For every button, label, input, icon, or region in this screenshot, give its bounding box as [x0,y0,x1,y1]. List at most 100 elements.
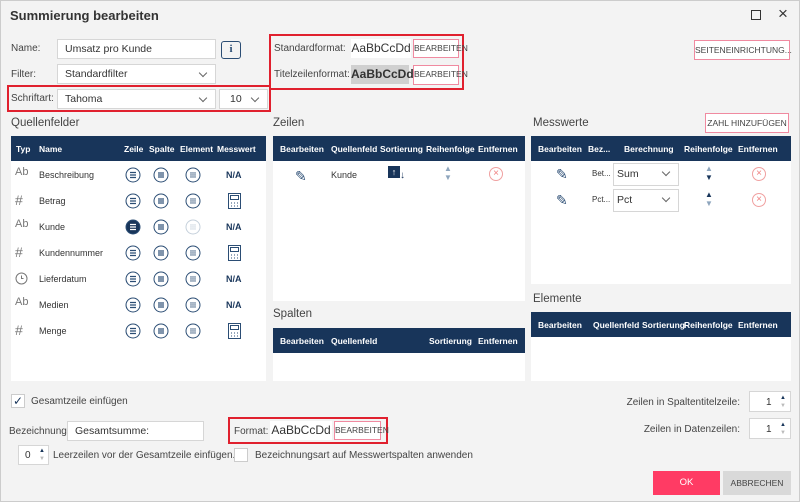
add-number-button[interactable]: ZAHL HINZUFÜGEN [705,113,789,133]
col-column: Spalte [149,144,175,154]
col-remove: Entfernen [478,336,518,346]
calculator-icon[interactable] [228,245,241,264]
measure-na: N/A [226,300,242,310]
calculator-icon[interactable] [228,193,241,212]
field-name: Medien [39,300,69,310]
calc-select[interactable]: Pct [613,189,679,212]
field-name: Lieferdatum [39,274,87,284]
apply-label-checkbox[interactable] [234,448,248,462]
source-fields-heading: Quellenfelder [11,117,80,129]
add-to-rows-icon[interactable] [125,245,141,264]
add-to-elements-icon[interactable] [185,167,201,186]
title-format-label: Titelzeilenformat: [274,69,350,80]
table-row: # Menge [11,322,266,343]
sort-icon[interactable]: ↑ [388,166,400,178]
filter-select[interactable]: Standardfilter [57,64,216,84]
add-to-elements-icon[interactable] [185,297,201,316]
col-measure: Messwert [217,144,256,154]
elements-table: Bearbeiten Quellenfeld Sortierung Reihen… [531,312,791,381]
cancel-button[interactable]: ABBRECHEN [723,471,791,495]
table-row: Ab Beschreibung N/A [11,166,266,187]
remove-icon[interactable]: × [752,193,766,207]
add-to-rows-icon[interactable] [125,193,141,212]
add-to-elements-icon[interactable] [185,193,201,212]
font-label: Schriftart: [11,93,54,104]
add-to-elements-icon[interactable] [185,219,201,238]
columns-heading: Spalten [273,308,313,320]
order-arrows[interactable]: ▲ ▼ [705,164,713,182]
field-name: Kundennummer [39,248,104,258]
col-sort: Sortierung [380,144,423,154]
page-setup-button[interactable]: SEITENEINRICHTUNG... [694,40,792,60]
date-type-icon [15,272,28,288]
col-sort: Sortierung [642,320,685,330]
filter-label: Filter: [11,69,36,80]
add-to-columns-icon[interactable] [153,297,169,316]
measure-name: Pct... [592,195,611,204]
add-to-rows-icon[interactable] [125,167,141,186]
text-type-icon: Ab [15,296,29,308]
remove-icon[interactable]: × [489,167,503,181]
add-to-elements-icon[interactable] [185,245,201,264]
add-to-elements-icon[interactable] [185,323,201,342]
calc-select[interactable]: Sum [613,163,679,186]
col-edit: Bearbeiten [280,144,324,154]
add-to-columns-icon[interactable] [153,219,169,238]
header-rows-spinner[interactable]: 1 ▲ ▼ [749,391,791,412]
table-row: # Kundennummer [11,244,266,265]
col-name: Name [39,144,63,154]
standard-format-label: Standardformat: [274,43,346,54]
name-label: Name: [11,43,41,54]
table-row: ✎ Kunde ↑ ↓ ▲ ▼ × [273,164,525,186]
add-to-rows-icon[interactable] [125,219,141,238]
col-edit: Bearbeiten [280,336,324,346]
include-total-checkbox[interactable]: ✓ [11,394,25,408]
info-button[interactable]: i [221,41,241,59]
font-select[interactable]: Tahoma [57,89,216,109]
ok-button[interactable]: OK [653,471,720,495]
add-to-rows-icon[interactable] [125,271,141,290]
remove-icon[interactable]: × [752,167,766,181]
order-arrows[interactable]: ▲ ▼ [444,164,452,182]
col-remove: Entfernen [738,144,778,154]
dialog-title: Summierung bearbeiten [10,8,159,23]
include-total-label: Gesamtzeile einfügen [31,396,128,407]
col-order: Reihenfolge [684,320,733,330]
header-rows-value: 1 [766,397,772,408]
close-icon[interactable]: × [778,4,788,24]
add-to-rows-icon[interactable] [125,297,141,316]
name-input[interactable]: Umsatz pro Kunde [57,39,216,59]
col-order: Reihenfolge [426,144,475,154]
number-type-icon: # [15,322,23,338]
add-to-columns-icon[interactable] [153,323,169,342]
measure-na: N/A [226,274,242,284]
add-to-columns-icon[interactable] [153,193,169,212]
col-source: Quellenfeld [331,336,378,346]
maximize-icon[interactable] [751,10,761,20]
font-size-select[interactable]: 10 [219,89,268,109]
label-input[interactable]: Gesamtsumme: [67,421,204,441]
edit-icon[interactable]: ✎ [295,168,307,185]
blank-rows-spinner[interactable]: 0 ▲ ▼ [18,445,49,465]
add-to-columns-icon[interactable] [153,245,169,264]
edit-total-format-button[interactable]: BEARBEITEN [334,421,389,440]
standard-format-sample: AaBbCcDd [351,39,411,58]
edit-title-format-button[interactable]: BEARBEITEN [413,65,468,85]
edit-icon[interactable]: ✎ [556,166,568,183]
calculator-icon[interactable] [228,323,241,342]
add-to-rows-icon[interactable] [125,323,141,342]
edit-icon[interactable]: ✎ [556,192,568,209]
add-to-elements-icon[interactable] [185,271,201,290]
add-to-columns-icon[interactable] [153,167,169,186]
rows-table: Bearbeiten Quellenfeld Sortierung Reihen… [273,136,525,301]
data-rows-spinner[interactable]: 1 ▲ ▼ [749,418,791,439]
add-to-columns-icon[interactable] [153,271,169,290]
order-arrows[interactable]: ▲ ▼ [705,190,713,208]
header-rows-label: Zeilen in Spaltentitelzeile: [626,397,740,408]
field-name: Betrag [39,196,66,206]
col-sort: Sortierung [429,336,472,346]
source-fields-table: Typ Name Zeile Spalte Element Messwert A… [11,136,266,381]
col-row: Zeile [124,144,144,154]
measures-table: Bearbeiten Bez... Berechnung Reihenfolge… [531,136,791,284]
edit-standard-format-button[interactable]: BEARBEITEN [413,39,468,58]
